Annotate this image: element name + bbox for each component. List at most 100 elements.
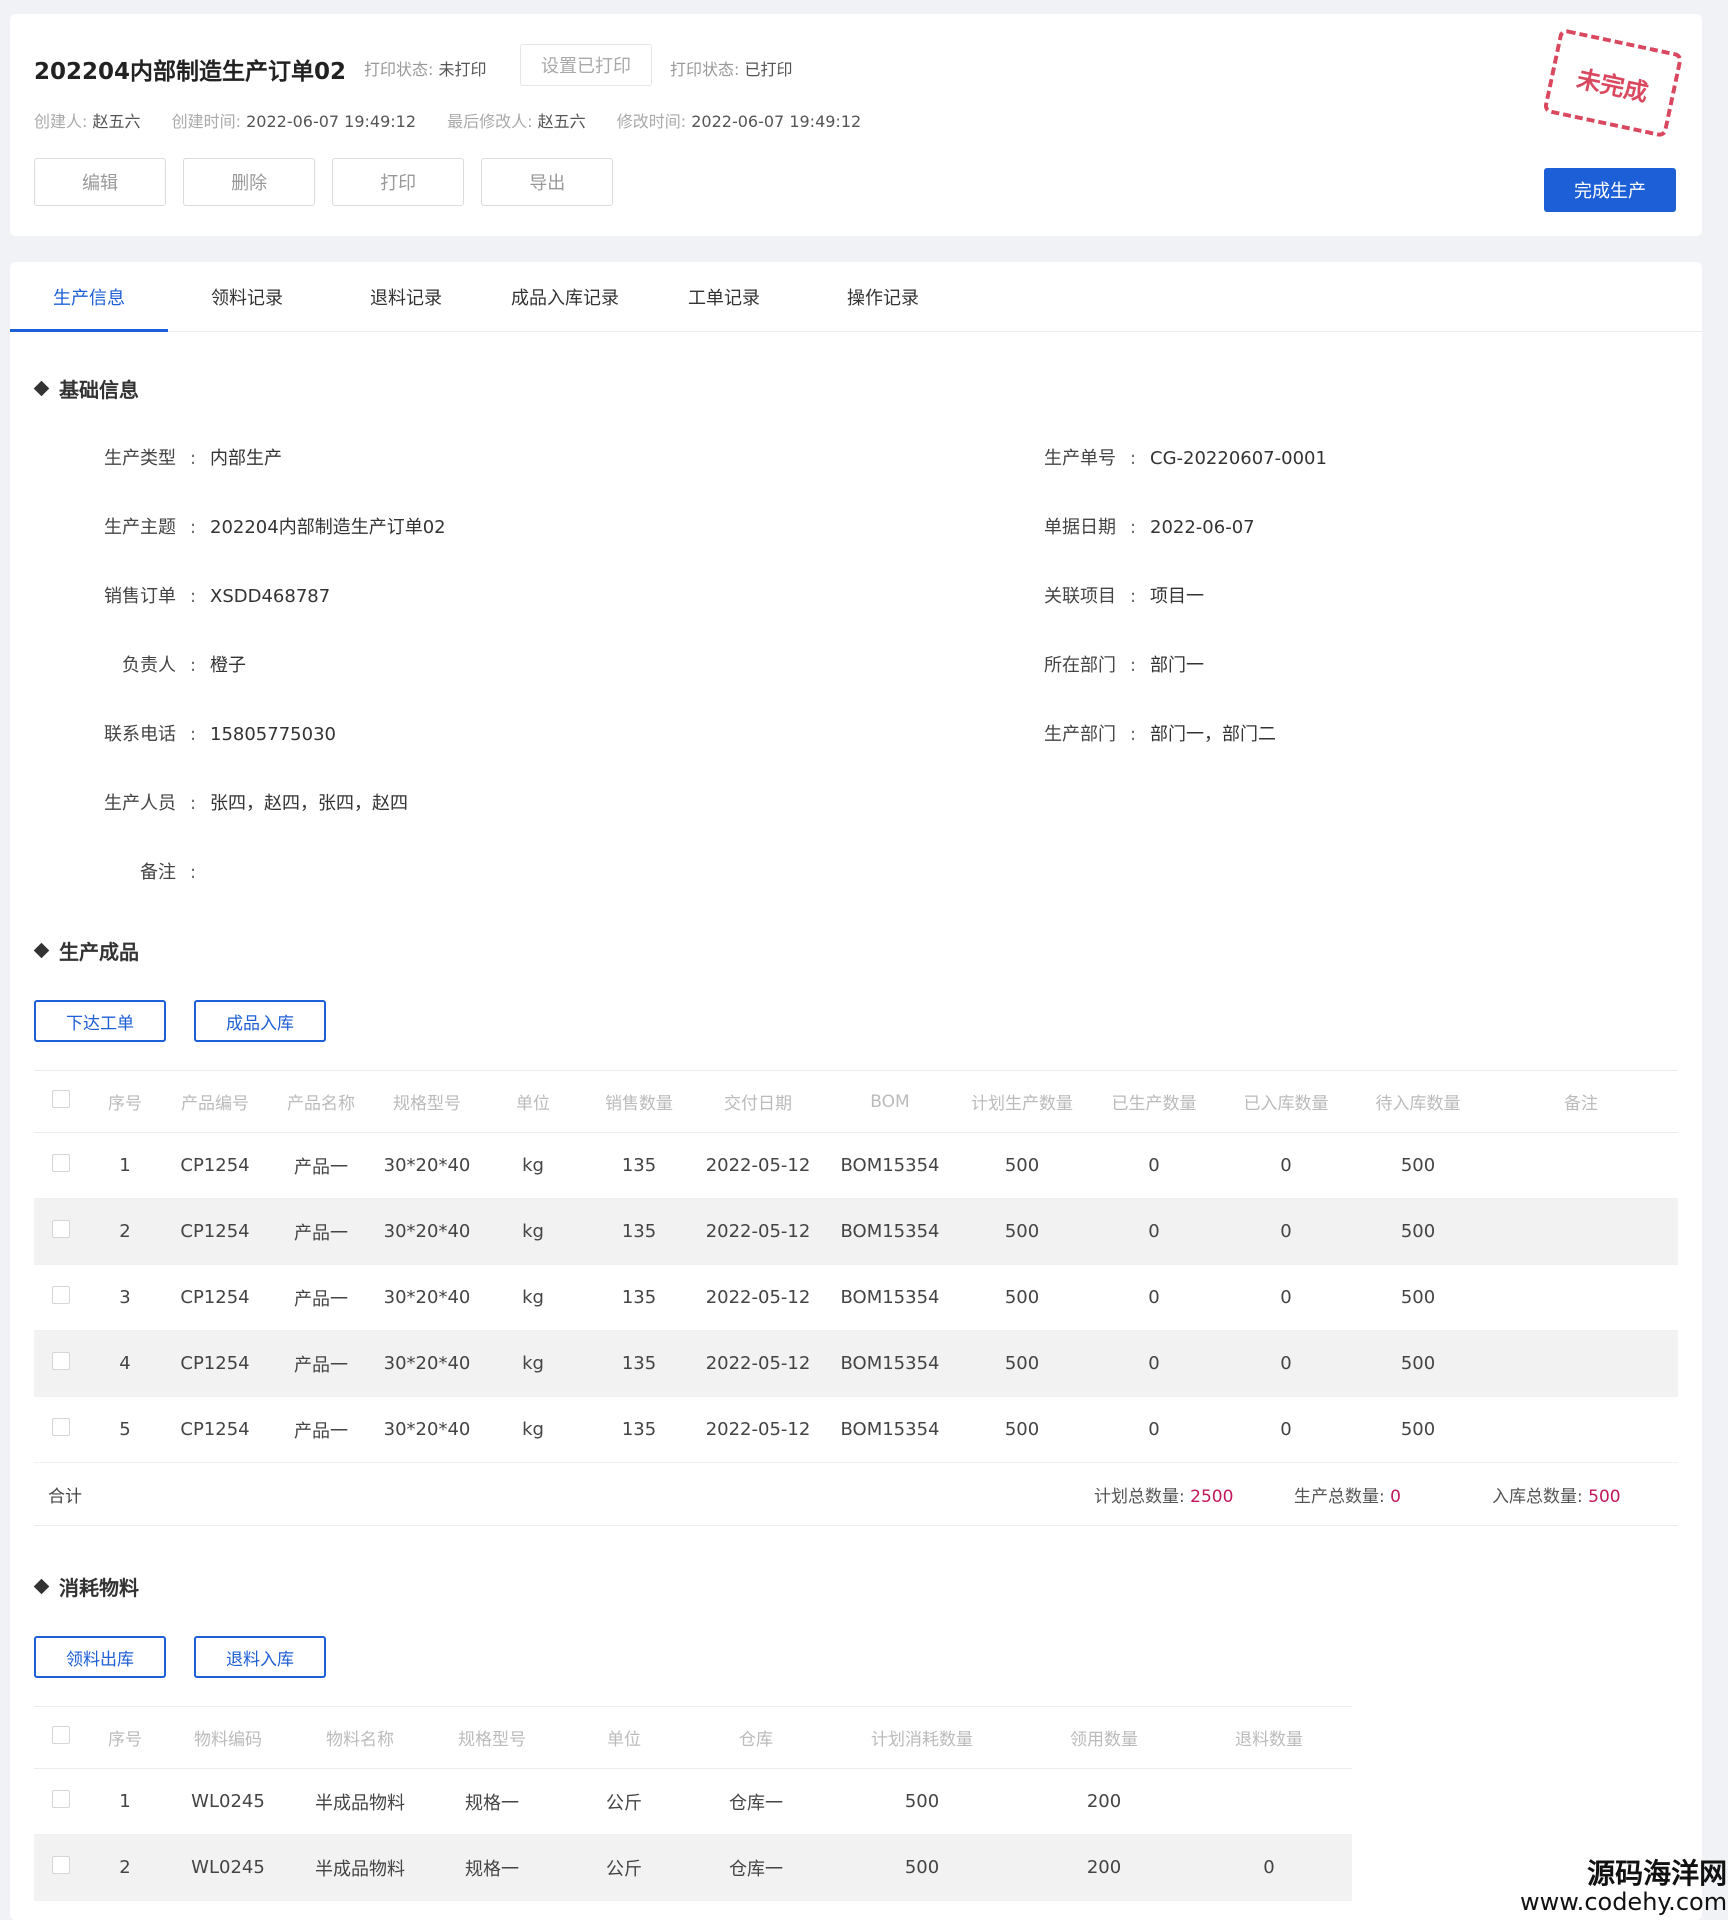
tab-work-order-records[interactable]: 工单记录 (645, 262, 803, 332)
info-row: 生产主题:202204内部制造生产订单02 (70, 513, 446, 539)
page-title: 202204内部制造生产订单02 (34, 59, 347, 85)
row-checkbox[interactable] (52, 1790, 70, 1808)
stored-total-value: 500 (1588, 1487, 1621, 1507)
table-cell: 2022-05-12 (692, 1198, 824, 1265)
table-cell: 0 (1088, 1264, 1220, 1331)
row-checkbox[interactable] (52, 1220, 70, 1238)
modified-value: 2022-06-07 19:49:12 (691, 112, 862, 131)
tab-inbound-records[interactable]: 成品入库记录 (486, 262, 644, 332)
info-row: 联系电话:15805775030 (70, 720, 336, 746)
column-header: 单位 (558, 1706, 690, 1769)
print-button[interactable]: 打印 (332, 158, 465, 206)
table-cell: CP1254 (162, 1330, 268, 1397)
print-status-printed: 打印状态: 已打印 (670, 56, 793, 80)
info-label: 负责人 (122, 655, 176, 676)
table-cell: 半成品物料 (294, 1768, 426, 1835)
info-label: 生产人员 (104, 793, 176, 814)
row-checkbox-cell (34, 1264, 88, 1331)
table-cell: BOM15354 (824, 1396, 956, 1463)
finish-production-button[interactable]: 完成生产 (1544, 168, 1676, 212)
column-header: 已入库数量 (1220, 1070, 1352, 1133)
row-checkbox[interactable] (52, 1856, 70, 1874)
table-row[interactable]: 1 WL0245 半成品物料 规格一 公斤 仓库一 500 200 (34, 1768, 1678, 1835)
info-label: 所在部门 (1044, 655, 1116, 676)
order-header-card: 202204内部制造生产订单02 打印状态: 未打印 设置已打印 打印状态: 已… (10, 14, 1702, 236)
row-checkbox-cell (34, 1768, 88, 1835)
materials-heading: 消耗物料 (33, 1572, 139, 1601)
table-row[interactable]: 5 CP1254 产品一 30*20*40 kg 135 2022-05-12 BOM1535… (34, 1396, 1678, 1463)
print-status-value: 未打印 (438, 60, 487, 79)
info-row: 关联项目: 项目一 (1010, 582, 1204, 608)
table-cell: CP1254 (162, 1198, 268, 1265)
column-header: 已生产数量 (1088, 1070, 1220, 1133)
table-cell: BOM15354 (824, 1264, 956, 1331)
tab-production-info[interactable]: 生产信息 (10, 262, 168, 332)
table-row[interactable]: 2 CP1254 产品一 30*20*40 kg 135 2022-05-12 BOM1535… (34, 1198, 1678, 1265)
table-cell: 0 (1088, 1330, 1220, 1397)
info-separator: : (1129, 448, 1137, 469)
edit-button[interactable]: 编辑 (34, 158, 166, 206)
row-checkbox[interactable] (52, 1286, 70, 1304)
column-header: 备注 (1484, 1070, 1678, 1133)
info-value: 部门一，部门二 (1150, 724, 1276, 745)
tab-return-records[interactable]: 退料记录 (327, 262, 485, 332)
table-cell: 仓库一 (690, 1768, 822, 1835)
produced-total-label: 生产总数量: (1294, 1487, 1385, 1507)
tab-operation-records[interactable]: 操作记录 (804, 262, 962, 332)
select-all-checkbox[interactable] (52, 1726, 70, 1744)
select-all-checkbox[interactable] (52, 1090, 70, 1108)
table-row[interactable]: 2 WL0245 半成品物料 规格一 公斤 仓库一 500 200 0 (34, 1834, 1678, 1901)
stored-total-label: 入库总数量: (1492, 1487, 1583, 1507)
issue-work-order-button[interactable]: 下达工单 (34, 1000, 166, 1042)
table-cell: 135 (586, 1264, 692, 1331)
export-button[interactable]: 导出 (481, 158, 614, 206)
table-cell: 产品一 (268, 1396, 374, 1463)
info-row: 备注: (70, 858, 210, 884)
tab-picking-records[interactable]: 领料记录 (168, 262, 326, 332)
column-header: 交付日期 (692, 1070, 824, 1133)
table-cell: 500 (956, 1264, 1088, 1331)
row-checkbox-cell (34, 1132, 88, 1199)
table-row[interactable]: 1 CP1254 产品一 30*20*40 kg 135 2022-05-12 BOM1535… (34, 1132, 1678, 1199)
table-cell: kg (480, 1132, 586, 1199)
row-checkbox[interactable] (52, 1154, 70, 1172)
table-cell: 0 (1220, 1132, 1352, 1199)
material-picking-button[interactable]: 领料出库 (34, 1636, 166, 1678)
main-card: 生产信息 领料记录 退料记录 成品入库记录 工单记录 操作记录 基础信息 生产类… (10, 262, 1702, 1920)
table-cell (1484, 1396, 1678, 1463)
info-value: 202204内部制造生产订单02 (210, 517, 446, 538)
column-header: 规格型号 (426, 1706, 558, 1769)
info-value: 部门一 (1150, 655, 1204, 676)
modifier-label: 最后修改人: (447, 112, 533, 131)
table-cell: 产品一 (268, 1132, 374, 1199)
material-return-button[interactable]: 退料入库 (194, 1636, 326, 1678)
table-cell: 公斤 (558, 1834, 690, 1901)
row-checkbox[interactable] (52, 1418, 70, 1436)
table-cell: 135 (586, 1132, 692, 1199)
products-table: 序号 产品编号 产品名称 规格型号 单位 销售数量 交付日期 BOM 计划生产数量 已生产数量 已入… (34, 1070, 1678, 1463)
table-cell: 0 (1088, 1198, 1220, 1265)
table-cell: 500 (956, 1330, 1088, 1397)
set-printed-button[interactable]: 设置已打印 (520, 44, 652, 86)
info-row: 所在部门: 部门一 (1010, 651, 1204, 677)
column-header: 单位 (480, 1070, 586, 1133)
info-separator: : (189, 517, 197, 538)
table-cell: 2 (88, 1834, 162, 1901)
table-cell: 500 (956, 1198, 1088, 1265)
table-row[interactable]: 4 CP1254 产品一 30*20*40 kg 135 2022-05-12 BOM1535… (34, 1330, 1678, 1397)
table-cell (1484, 1264, 1678, 1331)
stored-total: 入库总数量: 500 (1492, 1482, 1621, 1507)
table-row[interactable]: 3 CP1254 产品一 30*20*40 kg 135 2022-05-12 BOM1535… (34, 1264, 1678, 1331)
info-label: 生产类型 (104, 448, 176, 469)
table-cell: 200 (1022, 1834, 1186, 1901)
table-cell: 500 (822, 1834, 1022, 1901)
product-inbound-button[interactable]: 成品入库 (194, 1000, 326, 1042)
products-total-row: 合计 计划总数量: 2500 生产总数量: 0 入库总数量: 500 (34, 1460, 1678, 1526)
column-header: 物料名称 (294, 1706, 426, 1769)
table-cell: 规格一 (426, 1834, 558, 1901)
column-header: 规格型号 (374, 1070, 480, 1133)
delete-button[interactable]: 删除 (183, 158, 316, 206)
table-cell: 200 (1022, 1768, 1186, 1835)
row-checkbox[interactable] (52, 1352, 70, 1370)
table-cell: 30*20*40 (374, 1198, 480, 1265)
